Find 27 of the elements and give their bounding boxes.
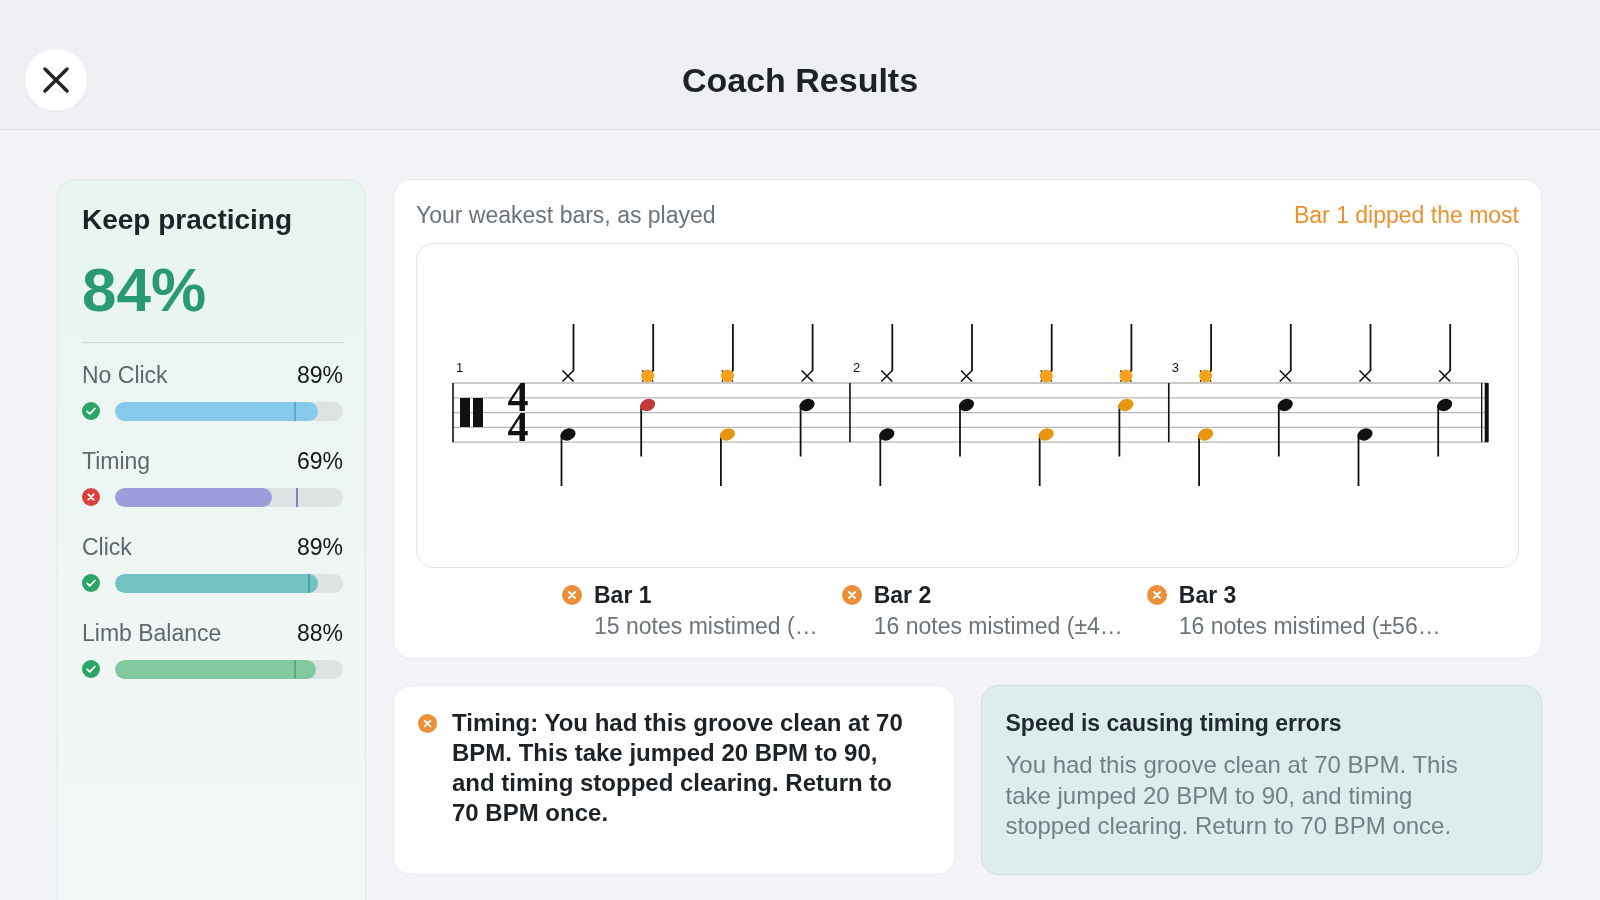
bar-number: 1 (456, 360, 464, 375)
metric-value: 88% (296, 619, 343, 648)
metric-label: Limb Balance (82, 619, 222, 648)
bar-number: 2 (852, 360, 861, 375)
bar-number: 3 (1171, 360, 1179, 375)
metric-label: No Click (82, 361, 168, 390)
percussion-clef-icon (460, 398, 483, 427)
metric-value: 89% (296, 533, 343, 562)
bar-title: Bar 1 (594, 581, 652, 610)
close-icon (43, 66, 69, 93)
insight-text: You had this groove clean at 70 BPM. This take jumped 20 BPM to 90, and timing stopped clearing. Return to 70 BPM once. (1005, 750, 1459, 841)
insight-title: Speed is causing timing errors (1005, 709, 1342, 738)
bar-detail: 16 notes mistimed (±4… (873, 612, 1123, 641)
overall-score: 84% (82, 258, 207, 322)
metric-label: Timing (82, 447, 151, 476)
metric-label: Click (82, 533, 132, 562)
metric-value: 69% (296, 447, 343, 476)
card-title: Your weakest bars, as played (416, 201, 716, 230)
bar-detail: 15 notes mistimed (… (594, 612, 818, 641)
summary-title: Keep practicing (82, 203, 293, 237)
page-title: Coach Results (681, 59, 919, 100)
highlight-note: Bar 1 dipped the most (1293, 201, 1519, 230)
bar-title: Bar 2 (873, 581, 932, 610)
tip-text: Timing: You had this groove clean at 70 BPM. This take jumped 20 BPM to 90, and timing stopped clearing. Return to 70 BPM once. (452, 708, 904, 828)
metric-value: 89% (296, 361, 343, 390)
bar-title: Bar 3 (1178, 581, 1237, 610)
bar-detail: 16 notes mistimed (±56… (1178, 612, 1441, 641)
